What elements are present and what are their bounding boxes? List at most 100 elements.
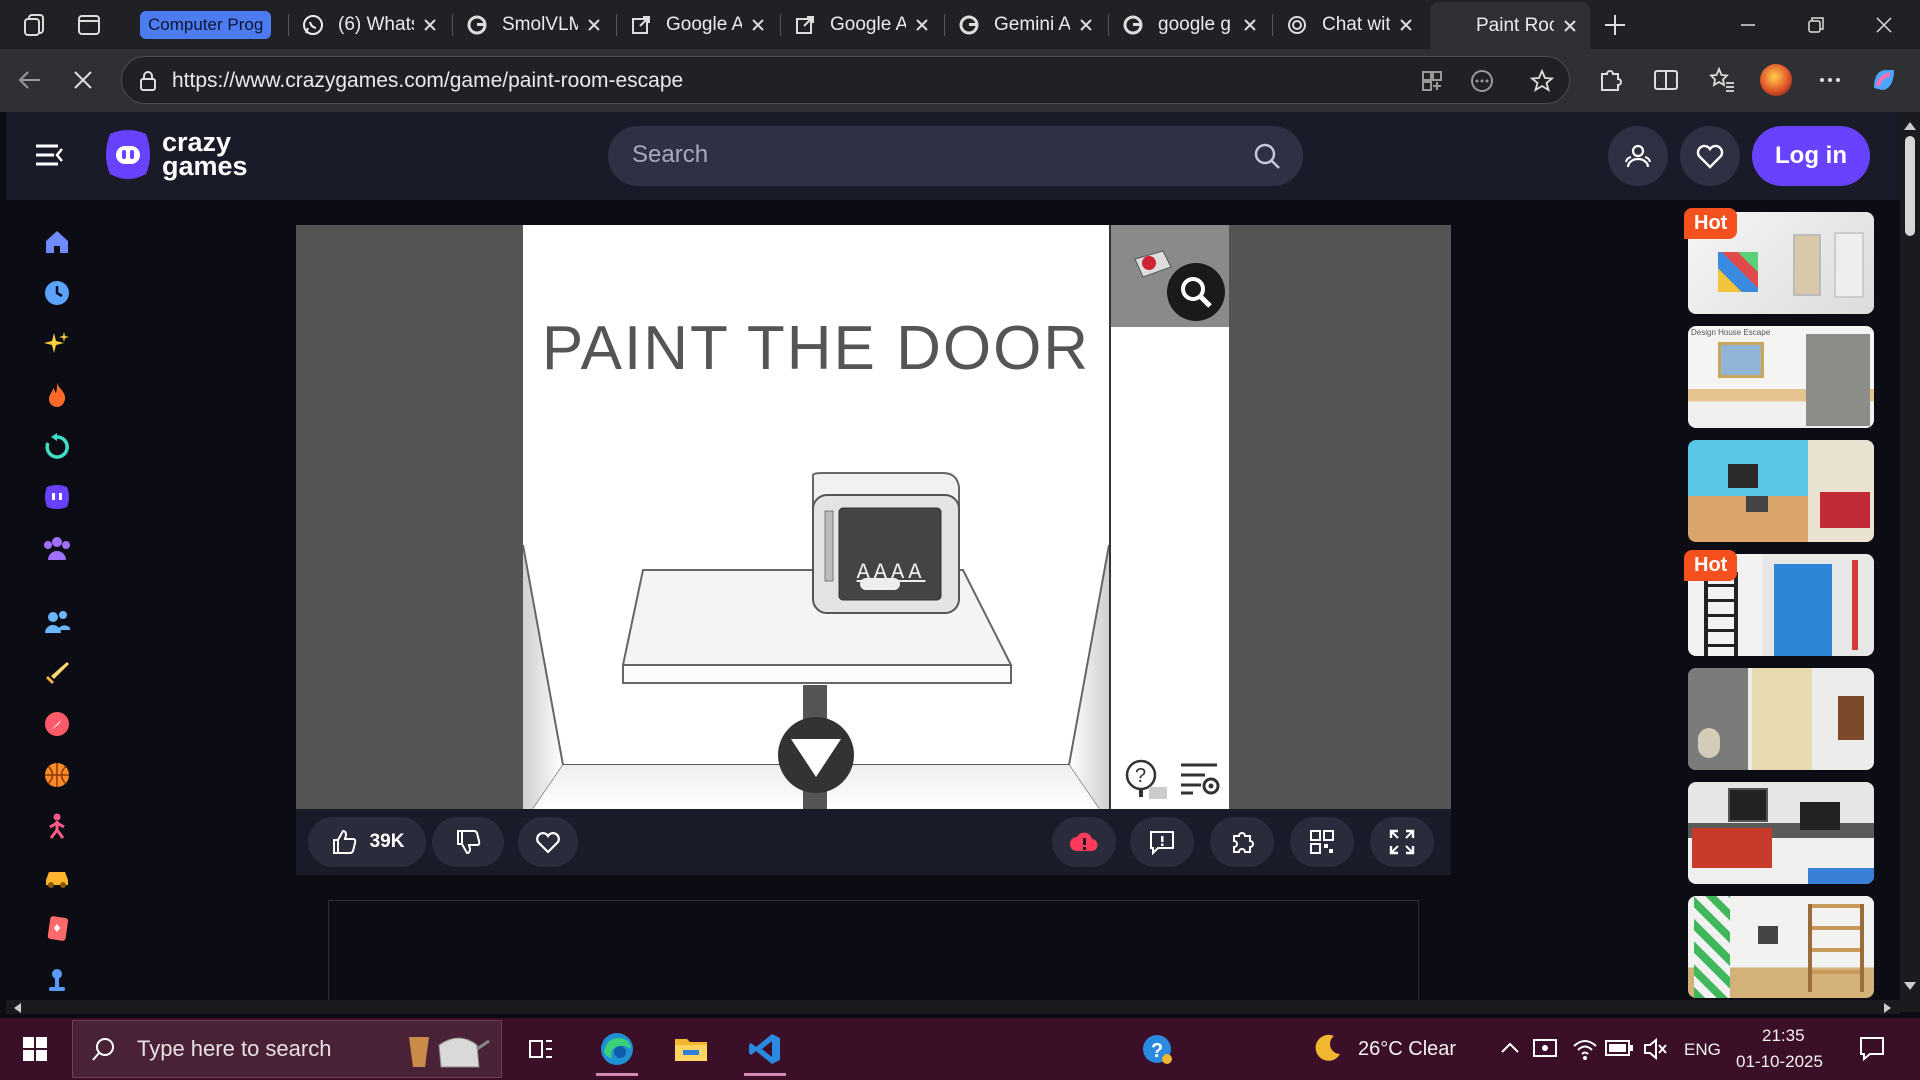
nav-adventure[interactable] xyxy=(33,700,81,748)
battery-icon[interactable] xyxy=(1604,1038,1634,1058)
nav-new[interactable] xyxy=(33,320,81,368)
nav-stickman[interactable] xyxy=(33,802,81,850)
zoom-button[interactable] xyxy=(1167,263,1225,321)
hint-icon[interactable]: ? xyxy=(1119,757,1169,801)
workspaces-icon[interactable] xyxy=(22,12,48,38)
meet-now-icon[interactable] xyxy=(1532,1036,1558,1062)
move-down-button[interactable] xyxy=(778,717,854,793)
nav-home[interactable] xyxy=(33,218,81,266)
task-view-button[interactable] xyxy=(512,1022,570,1076)
dislike-button[interactable] xyxy=(432,817,504,867)
close-icon[interactable] xyxy=(586,17,602,33)
close-icon[interactable] xyxy=(914,17,930,33)
tab-google-ai-1[interactable]: Google AI xyxy=(618,6,778,44)
qr-code-button[interactable] xyxy=(1290,817,1354,867)
tab-actions-icon[interactable] xyxy=(76,12,102,38)
site-search-bar[interactable] xyxy=(608,126,1303,186)
search-icon[interactable] xyxy=(1253,142,1281,170)
profile-avatar[interactable] xyxy=(1760,64,1792,96)
close-icon[interactable] xyxy=(1242,17,1258,33)
game-thumb[interactable] xyxy=(1688,782,1874,884)
page-vertical-scrollbar[interactable] xyxy=(1900,112,1920,1012)
close-icon[interactable] xyxy=(1398,17,1414,33)
close-icon[interactable] xyxy=(1562,18,1578,34)
share-embed-button[interactable] xyxy=(1210,817,1274,867)
address-bar[interactable]: https://www.crazygames.com/game/paint-ro… xyxy=(121,56,1570,104)
nav-basketball[interactable] xyxy=(33,751,81,799)
tab-google-search[interactable]: google g xyxy=(1110,6,1270,44)
clock-date[interactable]: 01-10-2025 xyxy=(1736,1052,1823,1072)
site-search-input[interactable] xyxy=(632,141,1232,169)
nav-originals[interactable] xyxy=(33,473,81,521)
like-button[interactable]: 39K xyxy=(308,817,426,867)
login-button[interactable]: Log in xyxy=(1752,126,1870,186)
copilot-icon[interactable] xyxy=(1868,64,1900,96)
tab-smolvlm[interactable]: SmolVLM xyxy=(454,6,614,44)
more-menu-icon[interactable] xyxy=(1814,64,1846,96)
back-button[interactable] xyxy=(14,64,46,96)
chevron-up-icon[interactable] xyxy=(1500,1040,1520,1056)
new-tab-icon[interactable] xyxy=(1602,12,1628,38)
feedback-button[interactable] xyxy=(1130,817,1194,867)
game-thumb[interactable] xyxy=(1688,668,1874,770)
taskbar-search-box[interactable]: Type here to search xyxy=(72,1020,502,1078)
nav-action[interactable] xyxy=(33,649,81,697)
settings-menu-icon[interactable] xyxy=(1179,759,1221,797)
start-button[interactable] xyxy=(6,1022,64,1076)
extensions-icon[interactable] xyxy=(1594,64,1626,96)
network-icon[interactable] xyxy=(1572,1036,1598,1062)
scroll-up-arrow[interactable] xyxy=(1904,122,1916,130)
tab-group-chip[interactable]: Computer Prog xyxy=(128,6,284,44)
taskbar-file-explorer[interactable] xyxy=(662,1022,720,1076)
game-thumb[interactable]: Design House Escape xyxy=(1688,326,1874,428)
report-bug-button[interactable] xyxy=(1052,817,1116,867)
language-indicator[interactable]: ENG xyxy=(1684,1040,1721,1060)
more-options-circle-icon[interactable] xyxy=(1470,69,1494,93)
nav-clicker[interactable] xyxy=(33,955,81,1003)
app-available-icon[interactable] xyxy=(1420,69,1444,93)
close-icon[interactable] xyxy=(422,17,438,33)
taskbar-edge[interactable] xyxy=(588,1022,646,1076)
tab-chat[interactable]: Chat with xyxy=(1274,6,1426,44)
tab-gemini[interactable]: Gemini AI xyxy=(946,6,1106,44)
scroll-down-arrow[interactable] xyxy=(1904,982,1916,990)
game-frame[interactable]: PAINT THE DOOR AAAA ? xyxy=(296,225,1451,809)
scroll-right-arrow[interactable] xyxy=(1884,1003,1891,1013)
minimize-button[interactable] xyxy=(1716,0,1780,49)
page-horizontal-scrollbar[interactable] xyxy=(6,1000,1900,1014)
taskbar-vscode[interactable] xyxy=(736,1022,794,1076)
nav-trending[interactable] xyxy=(33,371,81,419)
inventory-slot[interactable] xyxy=(1111,225,1229,327)
close-icon[interactable] xyxy=(1078,17,1094,33)
game-thumb[interactable] xyxy=(1688,440,1874,542)
game-canvas[interactable]: PAINT THE DOOR AAAA xyxy=(523,225,1109,809)
favorite-star-icon[interactable] xyxy=(1530,69,1554,93)
safe-code-display[interactable]: AAAA xyxy=(846,560,936,585)
nav-multiplayer[interactable] xyxy=(33,524,81,572)
tray-help-button[interactable]: ? xyxy=(1128,1022,1186,1076)
favorites-icon[interactable] xyxy=(1706,64,1738,96)
crazygames-logo[interactable]: crazy games xyxy=(102,128,262,184)
scroll-thumb[interactable] xyxy=(1905,136,1915,236)
clock-time[interactable]: 21:35 xyxy=(1762,1026,1805,1046)
tab-whatsapp[interactable]: (6) WhatsApp xyxy=(290,6,450,44)
menu-collapse-icon[interactable] xyxy=(32,138,66,172)
nav-recent[interactable] xyxy=(33,269,81,317)
close-icon[interactable] xyxy=(750,17,766,33)
url-text[interactable]: https://www.crazygames.com/game/paint-ro… xyxy=(172,69,683,93)
split-screen-icon[interactable] xyxy=(1650,64,1682,96)
nav-updated[interactable] xyxy=(33,422,81,470)
volume-muted-icon[interactable] xyxy=(1642,1036,1668,1062)
friends-button[interactable] xyxy=(1608,126,1668,186)
weather-text[interactable]: 26°C Clear xyxy=(1358,1038,1456,1061)
close-window-button[interactable] xyxy=(1852,0,1916,49)
stop-loading-button[interactable] xyxy=(67,64,99,96)
nav-car[interactable] xyxy=(33,853,81,901)
tab-google-ai-2[interactable]: Google AI xyxy=(782,6,942,44)
fullscreen-button[interactable] xyxy=(1370,817,1434,867)
tab-paint-room[interactable]: Paint Room xyxy=(1430,2,1590,49)
favorites-button[interactable] xyxy=(1680,126,1740,186)
notifications-icon[interactable] xyxy=(1858,1034,1886,1062)
game-thumb[interactable] xyxy=(1688,896,1874,998)
scroll-left-arrow[interactable] xyxy=(14,1003,21,1013)
